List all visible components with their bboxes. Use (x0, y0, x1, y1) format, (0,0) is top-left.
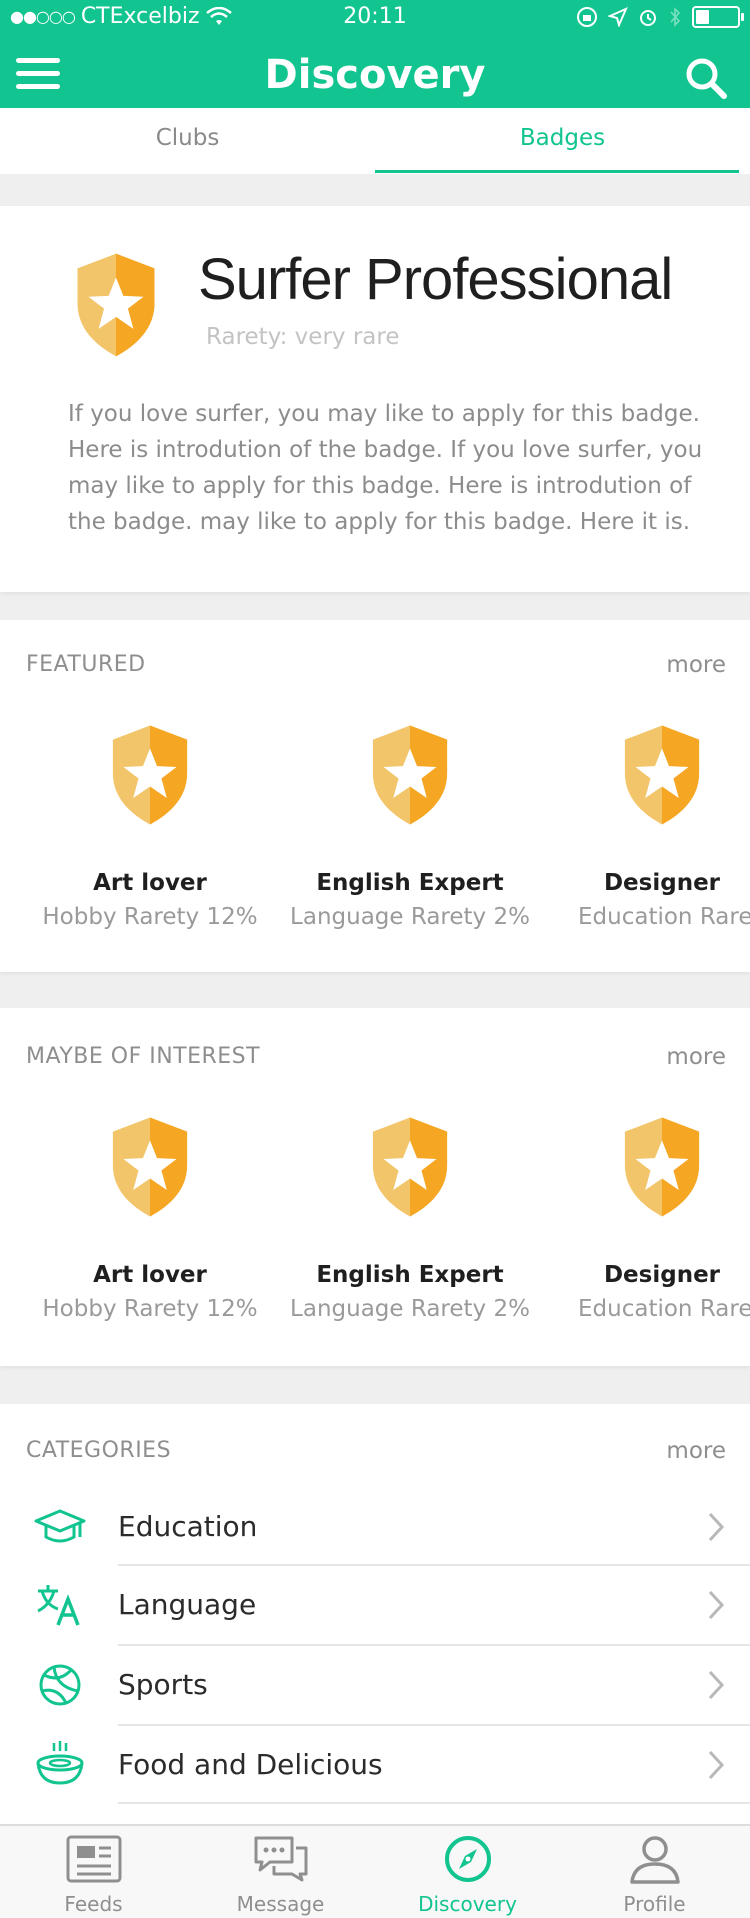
badge-card[interactable]: English Expert Language Rarety 2% (280, 722, 540, 930)
bottom-tab-message[interactable]: Message (187, 1826, 374, 1918)
chevron-right-icon (708, 1590, 725, 1620)
section-title: FEATURED (26, 652, 146, 677)
badge-shield-icon (104, 722, 196, 828)
ball-icon (39, 1664, 81, 1706)
category-item-language[interactable]: Language (0, 1566, 750, 1644)
categories-section: CATEGORIES more Education Language Sport… (0, 1404, 750, 1824)
bottom-tab-label: Discovery (418, 1892, 517, 1916)
bluetooth-icon (670, 7, 681, 27)
chevron-right-icon (708, 1512, 725, 1542)
chevron-right-icon (708, 1750, 725, 1780)
badge-name: English Expert (316, 870, 504, 896)
translate-icon (37, 1585, 80, 1626)
badge-rarity: Rarety: very rare (206, 324, 400, 350)
badge-card[interactable]: Art lover Hobby Rarety 12% (20, 1114, 280, 1322)
category-item-education[interactable]: Education (0, 1488, 750, 1566)
graduation-cap-icon (34, 1509, 86, 1543)
badge-shield-icon (616, 1114, 708, 1220)
badge-title: Surfer Professional (198, 247, 673, 312)
badge-shield-icon (364, 1114, 456, 1220)
badge-shield-icon (364, 722, 456, 828)
category-label: Language (118, 1588, 257, 1621)
bottom-tab-label: Feeds (64, 1892, 123, 1916)
badge-name: Designer (603, 870, 721, 896)
tab-bar: Clubs Badges (0, 108, 750, 174)
chevron-right-icon (708, 1670, 725, 1700)
badge-card[interactable]: Designer Education Rarety 5% (532, 1114, 750, 1322)
badge-shield-icon (616, 722, 708, 828)
badge-card[interactable]: English Expert Language Rarety 2% (280, 1114, 540, 1322)
message-icon (254, 1836, 307, 1882)
badge-name: Art lover (93, 870, 207, 896)
badge-shield-icon (104, 1114, 196, 1220)
bottom-tab-label: Message (236, 1892, 325, 1916)
bottom-tab-discovery[interactable]: Discovery (374, 1826, 561, 1918)
search-icon (686, 58, 727, 99)
interest-section: MAYBE OF INTEREST more Art lover Hobby R… (0, 1008, 750, 1366)
badge-card[interactable]: Art lover Hobby Rarety 12% (20, 722, 280, 930)
bottom-tab-feeds[interactable]: Feeds (0, 1826, 187, 1918)
badge-description: If you love surfer, you may like to appl… (68, 401, 703, 535)
badge-meta: Language Rarety 2% (290, 1296, 530, 1322)
category-item-food[interactable]: Food and Delicious (0, 1726, 750, 1804)
category-label: Food and Delicious (118, 1748, 383, 1781)
bottom-tab-bar: Feeds Message Discovery Profile (0, 1824, 750, 1918)
badge-meta: Language Rarety 2% (290, 904, 530, 930)
status-right (576, 6, 744, 28)
location-icon (608, 7, 628, 27)
top-bar: ●●○○○ CTExcelbiz 20:11 Discovery (0, 0, 750, 108)
search-button[interactable] (682, 54, 730, 102)
badge-meta: Education Rarety 5% (578, 904, 750, 930)
tab-clubs[interactable]: Clubs (0, 108, 375, 174)
categories-more-link[interactable]: more (666, 1438, 726, 1464)
badge-meta: Hobby Rarety 12% (42, 1296, 258, 1322)
bowl-icon (36, 1741, 84, 1785)
featured-section: FEATURED more Art lover Hobby Rarety 12%… (0, 620, 750, 972)
feeds-icon (66, 1835, 121, 1883)
alarm-icon (640, 10, 656, 26)
badge-shield-icon (68, 250, 164, 360)
badge-name: English Expert (316, 1262, 504, 1288)
divider (118, 1802, 750, 1804)
badge-meta: Education Rarety 5% (578, 1296, 750, 1322)
category-label: Education (118, 1510, 258, 1543)
badge-card[interactable]: Designer Education Rarety 5% (532, 722, 750, 930)
badge-meta: Hobby Rarety 12% (42, 904, 258, 930)
interest-more-link[interactable]: more (666, 1044, 726, 1070)
bottom-tab-profile[interactable]: Profile (561, 1826, 748, 1918)
badge-name: Designer (603, 1262, 721, 1288)
page-title: Discovery (264, 52, 486, 98)
profile-icon (629, 1836, 680, 1884)
category-label: Sports (118, 1668, 208, 1701)
section-title: MAYBE OF INTEREST (26, 1044, 261, 1069)
featured-more-link[interactable]: more (666, 652, 726, 678)
orientation-lock-icon (577, 7, 597, 27)
section-title: CATEGORIES (26, 1438, 172, 1463)
badge-detail-card: Surfer Professional Rarety: very rare If… (0, 206, 750, 592)
compass-icon (444, 1836, 491, 1882)
badge-name: Art lover (93, 1262, 207, 1288)
battery-icon (692, 6, 744, 28)
bottom-tab-label: Profile (623, 1892, 686, 1916)
active-tab-indicator (375, 170, 739, 173)
tab-badges[interactable]: Badges (375, 108, 750, 174)
category-item-sports[interactable]: Sports (0, 1646, 750, 1724)
